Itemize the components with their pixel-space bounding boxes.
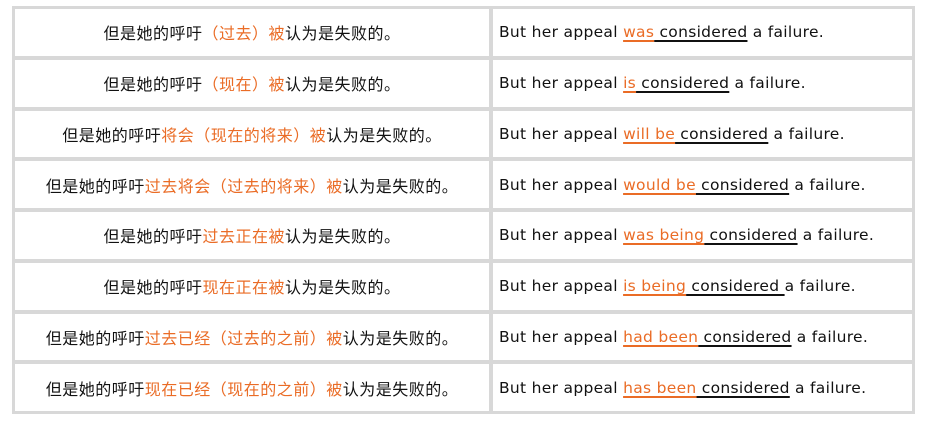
zh-suffix: 认为是失败的。 [285, 227, 401, 247]
chinese-sentence-cell: 但是她的呼吁（现在）被认为是失败的。 [15, 59, 489, 107]
en-suffix: a failure. [747, 23, 825, 42]
zh-prefix: 但是她的呼吁 [45, 176, 145, 196]
en-prefix: But her appeal [499, 74, 624, 93]
tense-comparison-table: 但是她的呼吁（过去）被认为是失败的。 But her appeal was co… [11, 5, 916, 415]
zh-tense-highlight: 过去正在被 [202, 227, 285, 247]
table-body: 但是她的呼吁（过去）被认为是失败的。 But her appeal was co… [15, 9, 912, 411]
english-sentence-cell: But her appeal was being considered a fa… [493, 212, 912, 259]
en-past-participle: considered [675, 124, 769, 143]
zh-suffix: 认为是失败的。 [285, 75, 401, 95]
en-auxiliary-verb: is being [623, 277, 687, 296]
zh-prefix: 但是她的呼吁 [103, 278, 203, 298]
en-auxiliary-verb: is [623, 74, 637, 93]
english-sentence-cell: But her appeal has been considered a fai… [493, 364, 912, 411]
table-row: 但是她的呼吁（现在）被认为是失败的。 But her appeal is con… [15, 59, 912, 107]
en-past-participle: considered [686, 277, 785, 296]
en-past-participle: considered [654, 23, 748, 42]
table-row: 但是她的呼吁过去正在被认为是失败的。 But her appeal was be… [15, 212, 912, 259]
en-suffix: a failure. [784, 277, 856, 296]
english-sentence-cell: But her appeal will be considered a fail… [493, 110, 912, 158]
zh-suffix: 认为是失败的。 [342, 328, 459, 348]
en-auxiliary-verb: was being [623, 226, 705, 245]
zh-suffix: 认为是失败的。 [342, 379, 459, 399]
zh-suffix: 认为是失败的。 [342, 176, 459, 196]
en-past-participle: considered [698, 327, 792, 346]
en-past-participle: considered [636, 74, 730, 93]
zh-prefix: 但是她的呼吁 [62, 125, 162, 145]
chinese-sentence-cell: 但是她的呼吁过去已经（过去的之前）被认为是失败的。 [15, 313, 489, 361]
english-sentence-cell: But her appeal was considered a failure. [493, 9, 912, 56]
en-suffix: a failure. [797, 226, 875, 245]
en-suffix: a failure. [789, 378, 867, 397]
en-prefix: But her appeal [499, 277, 624, 296]
en-suffix: a failure. [768, 124, 845, 143]
en-suffix: a failure. [791, 327, 869, 346]
en-prefix: But her appeal [499, 23, 624, 42]
zh-tense-highlight: 现在已经（现在的之前）被 [144, 379, 343, 399]
en-suffix: a failure. [729, 74, 806, 93]
table-row: 但是她的呼吁（过去）被认为是失败的。 But her appeal was co… [15, 9, 912, 56]
chinese-sentence-cell: 但是她的呼吁现在正在被认为是失败的。 [15, 262, 489, 310]
table-row: 但是她的呼吁过去已经（过去的之前）被认为是失败的。 But her appeal… [15, 313, 912, 361]
en-past-participle: considered [696, 378, 790, 397]
en-auxiliary-verb: had been [623, 327, 699, 346]
chinese-sentence-cell: 但是她的呼吁现在已经（现在的之前）被认为是失败的。 [15, 364, 489, 411]
english-sentence-cell: But her appeal is considered a failure. [493, 59, 912, 107]
chinese-sentence-cell: 但是她的呼吁（过去）被认为是失败的。 [15, 9, 489, 56]
en-prefix: But her appeal [499, 175, 624, 194]
chinese-sentence-cell: 但是她的呼吁过去正在被认为是失败的。 [15, 212, 489, 259]
en-auxiliary-verb: would be [623, 175, 696, 194]
english-sentence-cell: But her appeal is being considered a fai… [493, 262, 912, 310]
en-prefix: But her appeal [499, 124, 624, 143]
zh-tense-highlight: 现在正在被 [202, 278, 285, 298]
chinese-sentence-cell: 但是她的呼吁过去将会（过去的将来）被认为是失败的。 [15, 161, 489, 208]
zh-suffix: 认为是失败的。 [326, 125, 442, 145]
en-auxiliary-verb: has been [623, 378, 697, 397]
en-auxiliary-verb: will be [623, 124, 676, 143]
table-row: 但是她的呼吁现在正在被认为是失败的。 But her appeal is bei… [15, 262, 912, 310]
zh-suffix: 认为是失败的。 [285, 278, 401, 298]
zh-tense-highlight: 过去将会（过去的将来）被 [144, 176, 343, 196]
tense-comparison-table-frame: 但是她的呼吁（过去）被认为是失败的。 But her appeal was co… [12, 6, 915, 414]
en-past-participle: considered [704, 226, 798, 245]
english-sentence-cell: But her appeal would be considered a fai… [493, 161, 912, 208]
en-past-participle: considered [695, 175, 790, 194]
table-row: 但是她的呼吁将会（现在的将来）被认为是失败的。 But her appeal w… [15, 110, 912, 158]
table-row: 但是她的呼吁过去将会（过去的将来）被认为是失败的。 But her appeal… [15, 161, 912, 208]
zh-tense-highlight: （过去）被 [202, 24, 285, 44]
zh-prefix: 但是她的呼吁 [103, 24, 203, 44]
zh-prefix: 但是她的呼吁 [103, 75, 203, 95]
zh-suffix: 认为是失败的。 [285, 24, 401, 44]
english-sentence-cell: But her appeal had been considered a fai… [493, 313, 912, 361]
en-prefix: But her appeal [499, 226, 624, 245]
zh-prefix: 但是她的呼吁 [45, 379, 145, 399]
zh-tense-highlight: （现在）被 [202, 75, 285, 95]
chinese-sentence-cell: 但是她的呼吁将会（现在的将来）被认为是失败的。 [15, 110, 489, 158]
en-prefix: But her appeal [499, 378, 624, 397]
table-row: 但是她的呼吁现在已经（现在的之前）被认为是失败的。 But her appeal… [15, 364, 912, 411]
en-auxiliary-verb: was [623, 23, 655, 42]
zh-tense-highlight: 将会（现在的将来）被 [161, 125, 327, 145]
zh-prefix: 但是她的呼吁 [45, 328, 145, 348]
en-prefix: But her appeal [499, 327, 624, 346]
zh-tense-highlight: 过去已经（过去的之前）被 [144, 328, 343, 348]
en-suffix: a failure. [789, 175, 866, 194]
zh-prefix: 但是她的呼吁 [103, 227, 203, 247]
